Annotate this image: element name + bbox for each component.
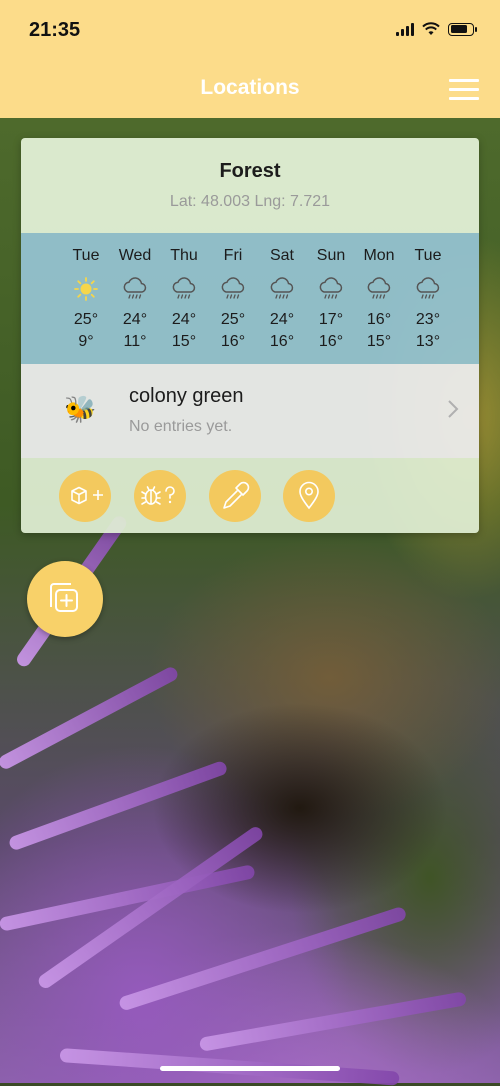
bee-icon: 🐝 (64, 394, 97, 424)
location-card: Forest Lat: 48.003 Lng: 7.721 Tue 25° 9°… (21, 138, 479, 533)
location-coords: Lat: 48.003 Lng: 7.721 (169, 193, 331, 210)
status-icons (396, 22, 477, 36)
day-low: 16° (220, 333, 246, 350)
chevron-right-icon (448, 400, 459, 418)
wifi-icon (422, 22, 440, 35)
day-name: Tue (72, 247, 100, 264)
day-name: Fri (223, 247, 243, 264)
location-name: Forest (219, 160, 281, 182)
rain-cloud-icon (270, 277, 294, 299)
weather-forecast: Tue 25° 9° Wed 24° 11° Thu 24° 15° Fri 2… (21, 233, 479, 364)
day-name: Sun (316, 247, 346, 264)
status-bar: 21:35 (0, 0, 500, 60)
rain-cloud-icon (319, 277, 343, 299)
day-name: Sat (269, 247, 294, 264)
action-bar (21, 458, 479, 533)
day-name: Mon (363, 247, 395, 264)
add-colony-fab[interactable] (27, 561, 103, 637)
rain-cloud-icon (367, 277, 391, 299)
hamburger-menu-icon[interactable] (449, 79, 479, 101)
add-hive-button[interactable] (59, 470, 111, 522)
day-high: 23° (415, 311, 441, 328)
day-low: 9° (78, 333, 94, 350)
day-low: 15° (171, 333, 197, 350)
location-pin-button[interactable] (283, 470, 335, 522)
day-name: Wed (118, 247, 152, 264)
day-high: 25° (220, 311, 246, 328)
day-high: 24° (122, 311, 148, 328)
day-low: 13° (415, 333, 441, 350)
day-high: 16° (366, 311, 392, 328)
day-low: 15° (366, 333, 392, 350)
rain-cloud-icon (416, 277, 440, 299)
navigation-bar: Locations (0, 60, 500, 118)
pipette-button[interactable] (209, 470, 261, 522)
bug-question-icon (141, 486, 175, 505)
sun-icon (74, 277, 98, 301)
colony-row[interactable]: 🐝 colony green No entries yet. (21, 364, 479, 458)
rain-cloud-icon (221, 277, 245, 299)
day-high: 24° (269, 311, 295, 328)
location-header[interactable]: Forest Lat: 48.003 Lng: 7.721 (21, 138, 479, 233)
day-high: 24° (171, 311, 197, 328)
colony-name: colony green (129, 385, 244, 407)
colony-subtitle: No entries yet. (129, 418, 233, 435)
rain-cloud-icon (172, 277, 196, 299)
day-low: 11° (123, 333, 147, 350)
status-time: 21:35 (29, 19, 81, 41)
home-indicator[interactable] (160, 1066, 340, 1071)
rain-cloud-icon (123, 277, 147, 299)
page-title: Locations (200, 76, 300, 99)
location-pin-icon (299, 481, 319, 510)
day-low: 16° (269, 333, 295, 350)
cube-plus-icon (71, 486, 103, 505)
day-high: 17° (318, 311, 344, 328)
signal-icon (396, 22, 414, 36)
pipette-icon (223, 481, 250, 509)
day-name: Tue (414, 247, 442, 264)
add-copy-icon (50, 583, 78, 612)
day-high: 25° (73, 311, 99, 328)
bug-query-button[interactable] (134, 470, 186, 522)
day-low: 16° (318, 333, 344, 350)
day-name: Thu (170, 247, 198, 264)
battery-icon (448, 22, 477, 36)
